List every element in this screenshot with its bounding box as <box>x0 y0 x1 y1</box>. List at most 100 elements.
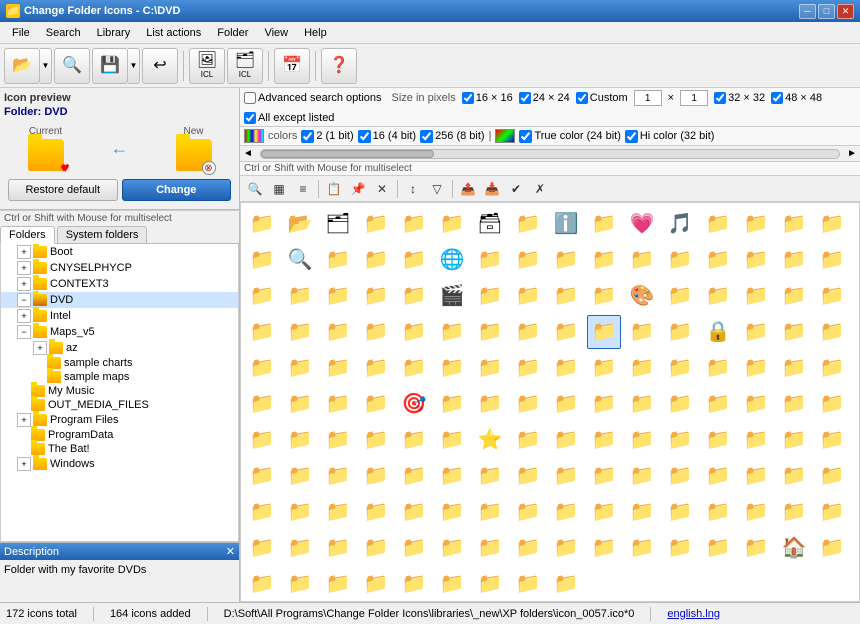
icon-cell[interactable]: 📁 <box>321 459 355 493</box>
icon-cell[interactable]: 📂 <box>283 207 317 241</box>
icon-cell[interactable]: 🎨 <box>625 279 659 313</box>
expander-az[interactable]: + <box>33 341 47 355</box>
icon-cell[interactable]: 📁 <box>625 315 659 349</box>
icon-cell[interactable]: 📁 <box>739 243 773 277</box>
icon-cell[interactable]: 📁 <box>245 279 279 313</box>
icon-cell[interactable]: 📁 <box>283 351 317 385</box>
icon-cell[interactable]: 📁 <box>473 315 507 349</box>
icon-cell[interactable]: 📁 <box>587 315 621 349</box>
icon-cell[interactable]: 📁 <box>625 243 659 277</box>
color-1bit-checkbox[interactable] <box>301 130 314 143</box>
delete-btn[interactable]: ✕ <box>371 178 393 200</box>
filter-btn[interactable]: ▽ <box>426 178 448 200</box>
icon-cell[interactable]: 📁 <box>473 279 507 313</box>
icon-cell[interactable]: 📁 <box>359 351 393 385</box>
icon-cell[interactable]: 📁 <box>511 531 545 565</box>
icon-cell[interactable]: 📁 <box>777 351 811 385</box>
menu-list-actions[interactable]: List actions <box>138 24 209 42</box>
tab-folders[interactable]: Folders <box>0 226 55 244</box>
icon-cell[interactable]: 📁 <box>701 207 735 241</box>
size-16-label[interactable]: 16 × 16 <box>462 92 513 104</box>
change-button[interactable]: Change <box>122 179 232 201</box>
icon-cell[interactable]: 📁 <box>549 423 583 457</box>
import-btn[interactable]: 📥 <box>481 178 503 200</box>
color-8bit-checkbox[interactable] <box>420 130 433 143</box>
unmark-btn[interactable]: ✗ <box>529 178 551 200</box>
folder-tree[interactable]: + Boot + CNYSELPHYCP + CONTEXT3 − <box>0 244 239 542</box>
icon-cell[interactable]: 📁 <box>511 207 545 241</box>
mark-btn[interactable]: ✔ <box>505 178 527 200</box>
icon-cell[interactable]: 📁 <box>549 567 583 601</box>
tree-item-dvd[interactable]: − DVD <box>1 292 238 308</box>
icon-cell[interactable]: 📁 <box>359 423 393 457</box>
icon-cell[interactable]: 📁 <box>549 351 583 385</box>
restore-default-button[interactable]: Restore default <box>8 179 118 201</box>
icon-cell[interactable]: 📁 <box>283 423 317 457</box>
icon-cell[interactable]: 📁 <box>777 387 811 421</box>
icon-cell[interactable]: 📁 <box>245 531 279 565</box>
icon-cell[interactable]: 📁 <box>701 495 735 529</box>
icon-cell[interactable]: 📁 <box>549 315 583 349</box>
tree-item-az[interactable]: + az <box>1 340 238 356</box>
size-custom-label[interactable]: Custom <box>576 92 628 104</box>
tree-item-boot[interactable]: + Boot <box>1 244 238 260</box>
icon-cell[interactable]: 📁 <box>663 387 697 421</box>
icon-cell[interactable]: 📁 <box>321 315 355 349</box>
view-details-btn[interactable]: ≡ <box>292 178 314 200</box>
expander-maps[interactable]: − <box>17 325 31 339</box>
icon-cell[interactable]: 📁 <box>359 531 393 565</box>
icon-cell[interactable]: 📁 <box>739 351 773 385</box>
icon-cell[interactable]: 📁 <box>701 387 735 421</box>
icon-cell[interactable]: 📁 <box>663 315 697 349</box>
menu-help[interactable]: Help <box>296 24 335 42</box>
icon-cell[interactable]: 🌐 <box>435 243 469 277</box>
icon-cell[interactable]: 📁 <box>245 387 279 421</box>
icon-cell[interactable]: 📁 <box>739 459 773 493</box>
size-48-label[interactable]: 48 × 48 <box>771 92 822 104</box>
icon-cell[interactable]: 📁 <box>625 495 659 529</box>
icon-cell[interactable]: 📁 <box>435 423 469 457</box>
icon-cell[interactable]: 📁 <box>701 459 735 493</box>
icon-cell[interactable]: 📁 <box>359 243 393 277</box>
color-1bit-label[interactable]: 2 (1 bit) <box>301 130 353 143</box>
icon-cell[interactable]: 📁 <box>283 315 317 349</box>
expander-dvd[interactable]: − <box>17 293 31 307</box>
icon-cell[interactable]: 📁 <box>397 351 431 385</box>
icon-cell[interactable]: 📁 <box>815 387 849 421</box>
expander-pf[interactable]: + <box>17 413 31 427</box>
icon-cell[interactable]: 📁 <box>549 459 583 493</box>
tree-item-maps[interactable]: − Maps_v5 <box>1 324 238 340</box>
icon-cell[interactable]: ⭐ <box>473 423 507 457</box>
icon-cell[interactable]: 📁 <box>549 531 583 565</box>
color-24bit-label[interactable]: True color (24 bit) <box>519 130 620 143</box>
icon-cell[interactable]: 📁 <box>549 279 583 313</box>
icon-cell[interactable]: 📁 <box>625 351 659 385</box>
icon-cell[interactable]: 📁 <box>435 459 469 493</box>
size-32-checkbox[interactable] <box>714 92 726 104</box>
icon-cell[interactable]: 📁 <box>663 351 697 385</box>
icon-cell[interactable]: 📁 <box>777 315 811 349</box>
minimize-button[interactable]: ─ <box>799 4 816 19</box>
icon-cell[interactable]: 📁 <box>777 243 811 277</box>
icon-cell[interactable]: 📁 <box>435 207 469 241</box>
icon-cell[interactable]: 📁 <box>625 423 659 457</box>
icon-cell[interactable]: 📁 <box>777 423 811 457</box>
icon-lib2-button[interactable]: 🗂 ICL <box>227 48 263 84</box>
icon-cell[interactable]: 📁 <box>397 495 431 529</box>
left-scroll-btn[interactable]: ◄ <box>240 148 256 159</box>
paste-btn[interactable]: 📌 <box>347 178 369 200</box>
icon-cell[interactable]: 📁 <box>359 567 393 601</box>
icon-cell[interactable]: 📁 <box>815 423 849 457</box>
tree-item-cnyselphycp[interactable]: + CNYSELPHYCP <box>1 260 238 276</box>
expander-boot[interactable]: + <box>17 245 31 259</box>
icon-cell[interactable]: 📁 <box>283 279 317 313</box>
icon-cell[interactable]: 📁 <box>435 351 469 385</box>
size-48-checkbox[interactable] <box>771 92 783 104</box>
icon-cell[interactable]: 🎵 <box>663 207 697 241</box>
icon-cell[interactable]: 📁 <box>397 459 431 493</box>
icon-cell[interactable]: 📁 <box>283 387 317 421</box>
icon-cell[interactable]: 📁 <box>283 567 317 601</box>
icon-cell[interactable]: 🏠 <box>777 531 811 565</box>
icon-cell[interactable]: 📁 <box>587 531 621 565</box>
description-close-icon[interactable]: ✕ <box>226 545 235 558</box>
